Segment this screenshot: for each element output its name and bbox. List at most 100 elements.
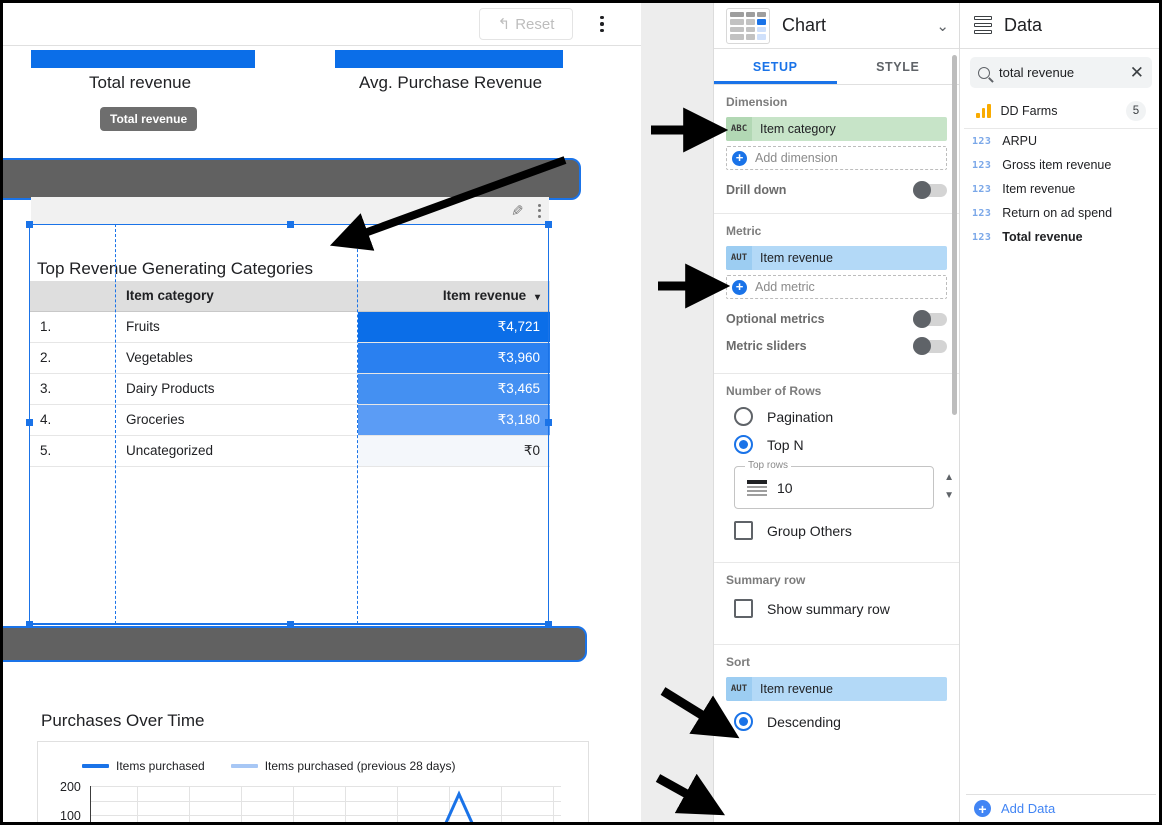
radio-top-n-control[interactable] — [734, 435, 753, 454]
report-canvas: ↰ Reset Total revenue Avg. Purchase Reve… — [3, 3, 641, 822]
data-field-row[interactable]: 123 Item revenue — [960, 177, 1159, 201]
data-field-row[interactable]: 123 Total revenue — [960, 225, 1159, 249]
line-chart-widget[interactable]: Items purchased Items purchased (previou… — [37, 741, 589, 822]
row-revenue: ₹3,960 — [358, 342, 550, 374]
metric-sliders-toggle[interactable] — [913, 337, 947, 355]
resize-handle-mr[interactable] — [545, 419, 552, 426]
panel-gutter — [641, 3, 713, 822]
reset-label: Reset — [515, 15, 555, 33]
plus-icon: + — [732, 150, 747, 166]
checkbox-show-summary-row[interactable]: Show summary row — [734, 599, 947, 618]
resize-handle-ml[interactable] — [26, 419, 33, 426]
number-type-icon: 123 — [972, 231, 992, 243]
group-others-label: Group Others — [767, 522, 852, 539]
optional-metrics-toggle[interactable] — [913, 310, 947, 328]
data-source-count: 5 — [1126, 101, 1146, 121]
data-search-box[interactable]: total revenue ✕ — [970, 57, 1152, 88]
top-rows-stepper[interactable]: ▲ ▼ — [944, 473, 954, 501]
chart-panel-header[interactable]: Chart ⌄ — [714, 3, 959, 49]
line-chart-legend: Items purchased Items purchased (previou… — [82, 759, 455, 773]
resize-handle-bl[interactable] — [26, 621, 33, 628]
number-type-icon: 123 — [972, 207, 992, 219]
section-metric: Metric AUT Item revenue + Add metric Opt… — [714, 214, 959, 374]
row-index: 2. — [30, 342, 116, 374]
show-summary-checkbox[interactable] — [734, 599, 753, 618]
row-revenue: ₹4,721 — [358, 311, 550, 343]
kpi-bar-avg-purchase-revenue — [335, 50, 563, 68]
table-widget[interactable]: ✎ Top Revenue Generating Categories Item… — [26, 197, 552, 631]
kpi-tooltip: Total revenue — [100, 107, 198, 131]
metric-chip[interactable]: AUT Item revenue — [726, 246, 947, 270]
pencil-icon[interactable]: ✎ — [511, 202, 524, 220]
dimension-chip[interactable]: ABC Item category — [726, 117, 947, 141]
drill-down-label: Drill down — [726, 183, 787, 197]
add-metric-button[interactable]: + Add metric — [726, 275, 947, 299]
table-row-empty — [30, 590, 550, 621]
drill-down-toggle[interactable] — [913, 181, 947, 199]
radio-pagination-control[interactable] — [734, 407, 753, 426]
kebab-dot — [600, 22, 604, 26]
add-dimension-button[interactable]: + Add dimension — [726, 146, 947, 170]
resize-handle-bc[interactable] — [287, 621, 294, 628]
sort-type-badge: AUT — [726, 677, 752, 701]
stepper-down-icon[interactable]: ▼ — [944, 491, 954, 501]
close-icon[interactable]: ✕ — [1130, 64, 1144, 81]
metric-sliders-row[interactable]: Metric sliders — [726, 337, 947, 355]
radio-pagination[interactable]: Pagination — [734, 407, 947, 426]
resize-handle-tc[interactable] — [287, 221, 294, 228]
chart-panel-scrollbar[interactable] — [952, 55, 957, 415]
chevron-down-icon[interactable]: ⌄ — [936, 17, 949, 35]
top-rows-value: 10 — [777, 479, 793, 496]
table-row[interactable]: 4. Groceries ₹3,180 — [30, 404, 550, 436]
resize-handle-tr[interactable] — [545, 221, 552, 228]
metric-type-badge: AUT — [726, 246, 752, 270]
radio-top-n[interactable]: Top N — [734, 435, 947, 454]
radio-descending[interactable]: Descending — [734, 712, 947, 731]
row-category: Dairy Products — [116, 373, 358, 405]
tab-setup[interactable]: SETUP — [714, 49, 837, 84]
tab-style[interactable]: STYLE — [837, 49, 960, 84]
kebab-dot — [600, 28, 604, 33]
sort-chip[interactable]: AUT Item revenue — [726, 677, 947, 701]
optional-metrics-row[interactable]: Optional metrics — [726, 310, 947, 328]
data-field-row[interactable]: 123 Gross item revenue — [960, 153, 1159, 177]
table-row[interactable]: 2. Vegetables ₹3,960 — [30, 342, 550, 374]
data-search-wrapper: total revenue ✕ — [960, 49, 1159, 94]
reset-button[interactable]: ↰ Reset — [479, 8, 573, 40]
column-header-item-category[interactable]: Item category — [116, 281, 358, 312]
table-row[interactable]: 3. Dairy Products ₹3,465 — [30, 373, 550, 405]
data-source-row[interactable]: DD Farms 5 — [964, 94, 1158, 129]
group-others-checkbox[interactable] — [734, 521, 753, 540]
legend-swatch-items-purchased-previous — [230, 764, 258, 768]
selection-guide-col2 — [357, 224, 358, 624]
drill-down-row[interactable]: Drill down — [726, 181, 947, 199]
data-field-name: ARPU — [1002, 134, 1037, 148]
search-icon — [978, 66, 990, 79]
row-revenue: ₹3,465 — [358, 373, 550, 405]
column-header-index[interactable] — [30, 281, 116, 312]
table-row[interactable]: 5. Uncategorized ₹0 — [30, 435, 550, 467]
data-field-row[interactable]: 123 Return on ad spend — [960, 201, 1159, 225]
resize-handle-br[interactable] — [545, 621, 552, 628]
section-dimension: Dimension ABC Item category + Add dimens… — [714, 85, 959, 214]
add-data-button[interactable]: + Add Data — [966, 794, 1156, 822]
data-field-row[interactable]: 123 ARPU — [960, 129, 1159, 153]
table-row[interactable]: 1. Fruits ₹4,721 — [30, 311, 550, 343]
radio-descending-control[interactable] — [734, 712, 753, 731]
dimension-type-badge: ABC — [726, 117, 752, 141]
top-rows-input[interactable]: Top rows 10 ▲ ▼ — [734, 460, 954, 509]
row-category: Vegetables — [116, 342, 358, 374]
resize-handle-tl[interactable] — [26, 221, 33, 228]
row-index: 1. — [30, 311, 116, 343]
summary-section-label: Summary row — [726, 573, 806, 587]
search-input[interactable]: total revenue — [999, 65, 1121, 80]
canvas-more-button[interactable] — [591, 11, 613, 37]
widget-more-icon[interactable] — [538, 203, 541, 218]
data-source-name: DD Farms — [1000, 104, 1058, 118]
optional-metrics-label: Optional metrics — [726, 312, 825, 326]
stepper-up-icon[interactable]: ▲ — [944, 473, 954, 483]
table-selection-frame[interactable]: Top Revenue Generating Categories Item c… — [29, 224, 550, 624]
kpi-label-total-revenue: Total revenue — [89, 73, 192, 92]
column-header-item-revenue[interactable]: Item revenue ▾ — [358, 281, 550, 312]
checkbox-group-others[interactable]: Group Others — [734, 521, 947, 540]
